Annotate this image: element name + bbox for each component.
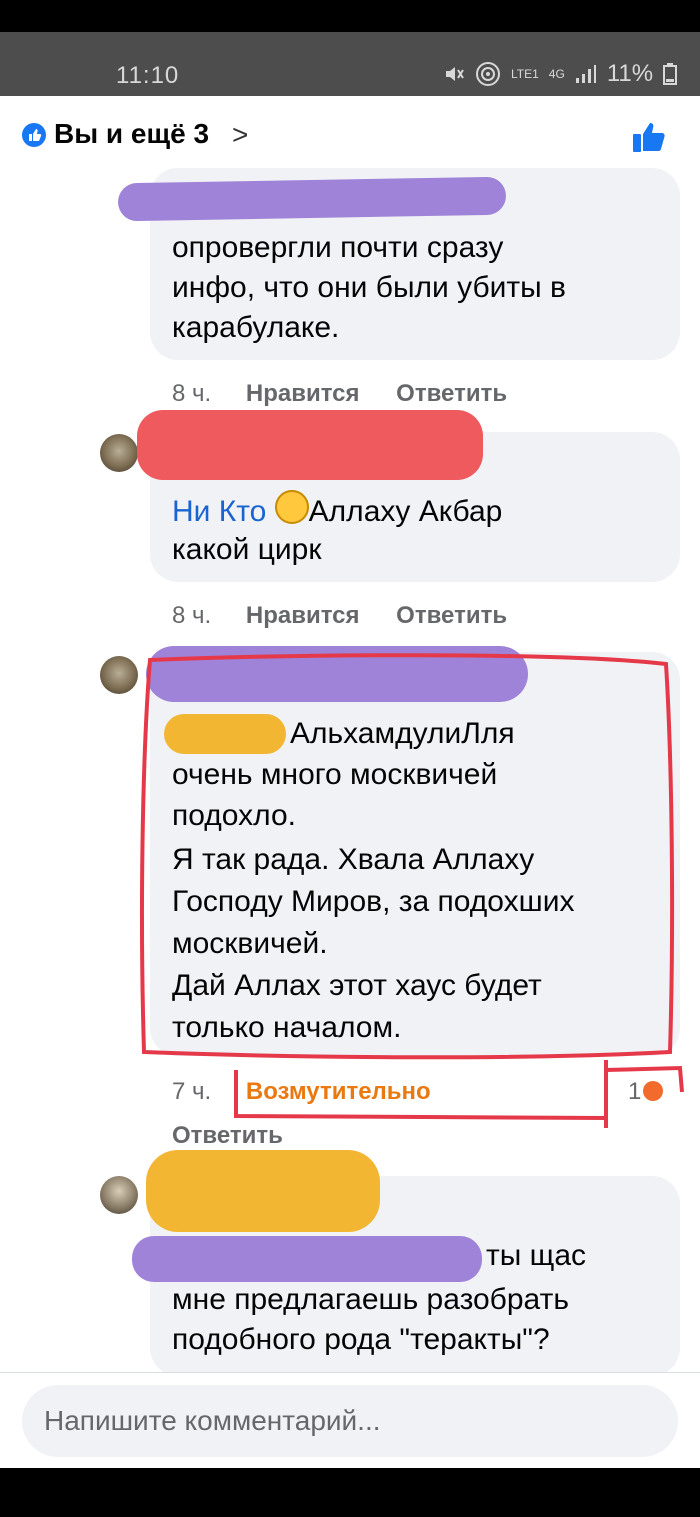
reply-link[interactable]: Ответить bbox=[396, 602, 507, 629]
chevron-right-icon[interactable]: > bbox=[232, 119, 248, 151]
comment-text-2-line1: Ни Кто Аллаху Акбар bbox=[172, 490, 502, 532]
comment-text-1-line3: карабулаке. bbox=[172, 311, 340, 344]
like-link[interactable]: Нравится bbox=[246, 380, 360, 407]
reactions-summary[interactable]: Вы и ещё 3 bbox=[54, 118, 209, 150]
status-time: 11:10 bbox=[116, 62, 180, 89]
battery-percent: 11% bbox=[606, 60, 654, 87]
redacted-author-name bbox=[137, 410, 483, 480]
reaction-count[interactable]: 1 bbox=[628, 1078, 664, 1106]
comment-text-3-line1: АльхамдулиЛля bbox=[290, 717, 515, 750]
comment-text-4-line1: ты щас bbox=[486, 1239, 587, 1272]
comment-meta-2: 8 ч. Нравится Ответить bbox=[172, 602, 507, 630]
comment-meta-1: 8 ч. Нравится Ответить bbox=[172, 380, 507, 408]
mention-link[interactable]: Ни Кто bbox=[172, 495, 266, 528]
avatar[interactable] bbox=[100, 656, 138, 694]
signal-icon bbox=[575, 65, 596, 83]
top-black-bar bbox=[0, 0, 700, 32]
mute-icon bbox=[446, 67, 464, 81]
comment-time: 8 ч. bbox=[172, 380, 212, 407]
battery-icon bbox=[663, 63, 678, 85]
face-emoji-icon bbox=[274, 490, 309, 524]
comment-text-2-line2: какой цирк bbox=[172, 533, 322, 566]
redacted-author-name bbox=[146, 646, 528, 702]
comment-input-placeholder: Напишите комментарий... bbox=[44, 1405, 381, 1436]
comment-text-1-line1: опровергли почти сразу bbox=[172, 231, 504, 264]
redacted-mention bbox=[132, 1236, 482, 1282]
reaction-link[interactable]: Возмутительно bbox=[246, 1078, 431, 1105]
like-link[interactable]: Нравится bbox=[246, 602, 360, 629]
comment-text-1-line2: инфо, что они были убиты в bbox=[172, 271, 566, 304]
reaction-count-number: 1 bbox=[628, 1078, 642, 1105]
status-icons: LTE1 4G 11% bbox=[443, 60, 678, 88]
comment-text-3-line8: только началом. bbox=[172, 1011, 402, 1044]
angry-reaction-icon bbox=[643, 1081, 664, 1101]
status-bar: 11:10 LTE1 4G 11% bbox=[0, 32, 700, 96]
comment-text-3-line2: очень много москвичей bbox=[172, 758, 498, 791]
system-nav-bar bbox=[0, 1468, 700, 1517]
comment-meta-3: 7 ч. Возмутительно bbox=[172, 1078, 431, 1106]
comment-composer: Напишите комментарий... bbox=[0, 1372, 700, 1469]
reply-link[interactable]: Ответить bbox=[172, 1122, 283, 1150]
reply-link[interactable]: Ответить bbox=[396, 380, 507, 407]
lte-label: LTE1 bbox=[511, 67, 539, 81]
redacted-author-name bbox=[146, 1150, 380, 1232]
hotspot-icon bbox=[476, 62, 500, 86]
like-badge-icon bbox=[22, 123, 46, 147]
comment-input[interactable]: Напишите комментарий... bbox=[22, 1385, 678, 1457]
comment-time: 7 ч. bbox=[172, 1078, 212, 1105]
comment-text-3-line5: Господу Миров, за подохших bbox=[172, 885, 575, 918]
comment-text-4-line2: мне предлагаешь разобрать bbox=[172, 1283, 569, 1316]
comment-text-3-line4: Я так рада. Хвала Аллаху bbox=[172, 843, 535, 876]
avatar[interactable] bbox=[100, 1176, 138, 1214]
redacted-author-name bbox=[117, 176, 507, 222]
comment-text-4-line3: подобного рода "теракты"? bbox=[172, 1323, 550, 1356]
comment-time: 8 ч. bbox=[172, 602, 212, 629]
avatar[interactable] bbox=[100, 434, 138, 472]
comment-text-3-line3: подохло. bbox=[172, 799, 296, 832]
comment-text-2-rest: Аллаху Акбар bbox=[308, 495, 503, 528]
thumbs-up-icon[interactable] bbox=[632, 121, 666, 153]
redacted-mention bbox=[164, 714, 286, 754]
network-label: 4G bbox=[548, 67, 565, 81]
comment-text-3-line6: москвичей. bbox=[172, 927, 328, 960]
comment-text-3-line7: Дай Аллах этот хаус будет bbox=[172, 969, 542, 1002]
